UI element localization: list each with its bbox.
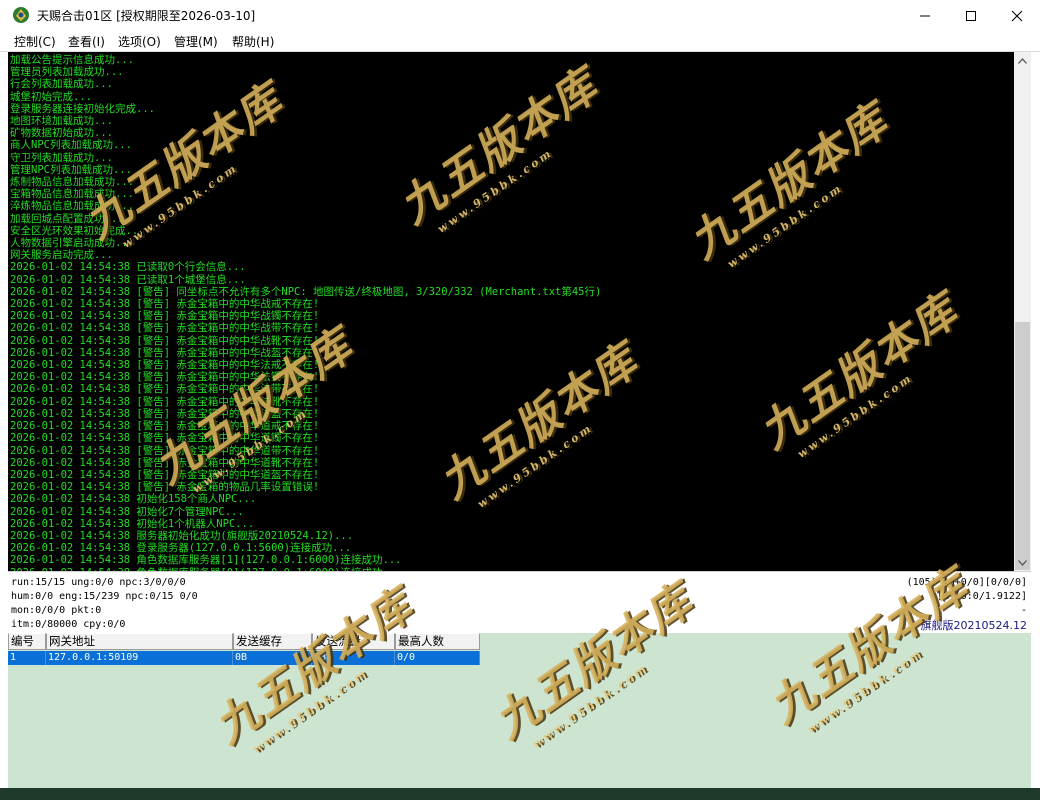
status-dash: - <box>1020 605 1027 616</box>
status-memory: [M][0:0/1.9122] <box>936 591 1027 602</box>
log-line: 炼制物品信息加载成功... <box>10 176 134 189</box>
log-line: 行会列表加载成功... <box>10 78 113 91</box>
status-hum: hum:0/0 eng:15/239 npc:0/15 0/0 <box>11 591 198 602</box>
log-line: 2026-01-02 14:54:38 [警告] 赤金宝箱中的中华法靴不存在! <box>10 395 320 408</box>
log-line: 矿物数据初始成功... <box>10 127 113 140</box>
window-bottom-border <box>0 788 1040 800</box>
log-line: 2026-01-02 14:54:38 [警告] 赤金宝箱中的中华道靴不存在! <box>10 456 320 469</box>
log-line: 2026-01-02 14:54:38 [警告] 赤金宝箱中的中华法镯不存在! <box>10 371 320 384</box>
log-line: 2026-01-02 14:54:38 [警告] 赤金宝箱中的中华战靴不存在! <box>10 334 320 347</box>
chevron-down-icon <box>1018 559 1027 566</box>
log-line: 管理NPC列表加载成功... <box>10 163 132 176</box>
chevron-up-icon <box>1018 57 1027 64</box>
log-line: 2026-01-02 14:54:38 初始化7个管理NPC... <box>10 505 244 518</box>
log-line: 2026-01-02 14:54:38 [警告] 赤金宝箱中的中华道镯不存在! <box>10 432 320 445</box>
log-line: 登录服务器连接初始化完成... <box>10 102 155 115</box>
log-line: 城堡初始完成... <box>10 90 92 103</box>
log-line: 2026-01-02 14:54:38 角色数据库服务器[1](127.0.0.… <box>10 554 402 567</box>
log-line: 加载公告提示信息成功... <box>10 54 134 66</box>
menu-manage[interactable]: 管理(M) <box>174 33 218 50</box>
column-header-max-users[interactable]: 最高人数 <box>395 633 480 650</box>
scroll-down-button[interactable] <box>1014 554 1031 571</box>
minimize-button[interactable] <box>902 0 948 31</box>
column-header-send-cache[interactable]: 发送缓存 <box>233 633 312 650</box>
log-line: 2026-01-02 14:54:38 [警告] 赤金宝箱中的中华战镯不存在! <box>10 310 320 323</box>
table-row[interactable]: 1 127.0.0.1:50109 0B 0B 0/0 <box>8 651 480 665</box>
close-button[interactable] <box>994 0 1040 31</box>
log-line: 2026-01-02 14:54:38 初始化158个商人NPC... <box>10 493 257 506</box>
window-title: 天赐合击01区 [授权期限至2026-03-10] <box>37 9 256 23</box>
log-line: 2026-01-02 14:54:38 [警告] 赤金宝箱中的中华道带不存在! <box>10 444 320 457</box>
log-line: 2026-01-02 14:54:38 服务器初始化成功(旗舰版20210524… <box>10 529 354 542</box>
status-panel: run:15/15 ung:0/0 npc:3/0/0/0 hum:0/0 en… <box>8 571 1031 634</box>
maximize-button[interactable] <box>948 0 994 31</box>
log-line: 2026-01-02 14:54:38 [警告] 同坐标点不允许有多个NPC: … <box>10 285 602 298</box>
log-line: 安全区光环效果初始完成... <box>10 224 145 237</box>
log-line: 淬炼物品信息加载成功... <box>10 200 134 213</box>
scroll-thumb[interactable] <box>1015 322 1030 570</box>
log-lines: 加载公告提示信息成功... 管理员列表加载成功... 行会列表加载成功... 城堡初始… <box>10 54 601 571</box>
log-line: 守卫列表加载成功... <box>10 151 113 164</box>
menu-view[interactable]: 查看(I) <box>68 33 105 50</box>
log-line: 加载回城点配置成功... <box>10 212 124 225</box>
cell-send-traffic: 0B <box>312 651 395 665</box>
close-icon <box>1011 10 1023 21</box>
status-itm: itm:0/80000 cpy:0/0 <box>11 619 126 630</box>
log-line: 2026-01-02 14:54:38 登录服务器(127.0.0.1:5600… <box>10 542 352 555</box>
log-line: 2026-01-02 14:54:38 [警告] 赤金宝箱中的中华法盔不存在! <box>10 407 320 420</box>
log-line: 2026-01-02 14:54:38 [警告] 赤金宝箱中的中华法戒不存在! <box>10 359 320 372</box>
cell-address: 127.0.0.1:50109 <box>46 651 233 665</box>
menu-options[interactable]: 选项(O) <box>118 33 161 50</box>
menu-control[interactable]: 控制(C) <box>14 33 56 50</box>
cell-id: 1 <box>8 651 46 665</box>
log-line: 2026-01-02 14:54:38 [警告] 赤金宝箱中的中华战盔不存在! <box>10 346 320 359</box>
log-line: 2026-01-02 14:54:38 [警告] 赤金宝箱中的中华道盔不存在! <box>10 468 320 481</box>
log-line: 宝箱物品信息加载成功... <box>10 188 134 201</box>
column-header-send-traffic[interactable]: 发送流量 <box>312 633 395 650</box>
minimize-icon <box>920 15 930 16</box>
maximize-icon <box>966 10 976 21</box>
status-run: run:15/15 ung:0/0 npc:3/0/0/0 <box>11 577 186 588</box>
menu-bar: 控制(C) 查看(I) 选项(O) 管理(M) 帮助(H) <box>0 31 1040 51</box>
log-line: 2026-01-02 14:54:38 已读取1个城堡信息... <box>10 273 246 286</box>
log-line: 2026-01-02 14:54:38 [警告] 赤金宝箱中的中华道戒不存在! <box>10 420 320 433</box>
scroll-up-button[interactable] <box>1014 52 1031 69</box>
log-line: 2026-01-02 14:54:38 初始化1个机器人NPC... <box>10 517 255 530</box>
log-console[interactable]: 加载公告提示信息成功... 管理员列表加载成功... 行会列表加载成功... 城堡初始… <box>8 52 1014 571</box>
cell-max-users: 0/0 <box>395 651 480 665</box>
status-connections: (105) [0+0/0][0/0/0] <box>906 577 1027 588</box>
log-line: 2026-01-02 14:54:38 [警告] 赤金宝箱的物品几率设置错误! <box>10 481 320 494</box>
log-line: 2026-01-02 14:54:38 [警告] 赤金宝箱中的中华战戒不存在! <box>10 298 320 311</box>
app-icon[interactable] <box>12 6 30 24</box>
gateway-list-header: 编号 网关地址 发送缓存 发送流量 最高人数 <box>8 633 480 650</box>
status-mon: mon:0/0/0 pkt:0 <box>11 605 102 616</box>
title-bar: 天赐合击01区 [授权期限至2026-03-10] <box>0 0 1040 31</box>
log-line: 商人NPC列表加载成功... <box>10 139 132 152</box>
menu-help[interactable]: 帮助(H) <box>232 33 274 50</box>
log-line: 2026-01-02 14:54:38 [警告] 赤金宝箱中的中华战带不存在! <box>10 322 320 335</box>
log-line: 2026-01-02 14:54:38 已读取0个行会信息... <box>10 261 246 274</box>
log-line: 人物数据引擎启动成功... <box>10 237 134 250</box>
column-header-id[interactable]: 编号 <box>8 633 46 650</box>
cell-send-cache: 0B <box>233 651 312 665</box>
log-line: 2026-01-02 14:54:38 [警告] 赤金宝箱中的中华法带不存在! <box>10 383 320 396</box>
log-scrollbar[interactable] <box>1014 52 1031 571</box>
version-label: 旗舰版20210524.12 <box>920 619 1027 632</box>
log-line: 管理员列表加载成功... <box>10 66 124 79</box>
gateway-list[interactable]: 编号 网关地址 发送缓存 发送流量 最高人数 1 127.0.0.1:50109… <box>8 633 1031 788</box>
log-line: 网关服务启动完成... <box>10 249 113 262</box>
column-header-address[interactable]: 网关地址 <box>46 633 233 650</box>
log-line: 地图环境加载成功... <box>10 115 113 128</box>
